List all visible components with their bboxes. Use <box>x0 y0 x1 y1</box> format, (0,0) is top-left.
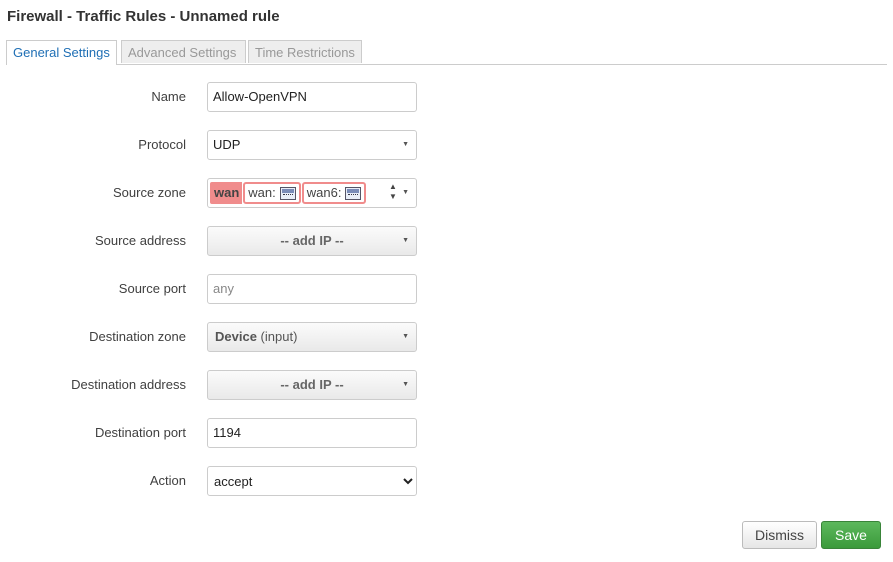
chevron-down-icon: ▼ <box>402 333 409 340</box>
destination-address-label: Destination address <box>71 377 186 392</box>
source-zone-row: Source zone wan wan: wan6: ▲ ▼ ▼ <box>0 178 893 208</box>
destination-port-label: Destination port <box>94 425 186 440</box>
source-port-label: Source port <box>118 281 186 296</box>
protocol-dropdown[interactable]: UDP ▼ <box>207 130 417 160</box>
destination-zone-selection: Device (input) <box>208 323 416 351</box>
destination-zone-dropdown[interactable]: Device (input) ▼ <box>207 322 417 352</box>
source-port-input[interactable]: any <box>207 274 417 304</box>
destination-zone-row: Destination zone Device (input) ▼ <box>0 322 893 352</box>
network-port-icon <box>279 186 296 200</box>
dismiss-button[interactable]: Dismiss <box>742 521 817 549</box>
protocol-value: UDP <box>213 137 241 152</box>
destination-port-input[interactable]: 1194 <box>207 418 417 448</box>
action-label: Action <box>149 473 186 488</box>
chevron-down-icon: ▼ <box>402 189 409 196</box>
tab-time-restrictions[interactable]: Time Restrictions <box>248 40 362 63</box>
source-address-row: Source address -- add IP -- ▼ <box>0 226 893 256</box>
destination-zone-label: Destination zone <box>89 329 186 344</box>
source-address-value: -- add IP -- <box>280 233 344 248</box>
network-chip-wan6: wan6: <box>301 182 367 204</box>
network-chip-label: wan6: <box>306 185 342 200</box>
action-row: Action accept <box>0 466 893 496</box>
action-select[interactable]: accept <box>207 466 417 496</box>
tab-general-settings[interactable]: General Settings <box>6 40 117 65</box>
destination-port-row: Destination port 1194 <box>0 418 893 448</box>
destination-zone-suffix: (input) <box>260 329 298 344</box>
destination-zone-value: Device <box>215 329 257 344</box>
protocol-row: Protocol UDP ▼ <box>0 130 893 160</box>
destination-address-dropdown[interactable]: -- add IP -- ▼ <box>207 370 417 400</box>
chevron-down-icon: ▼ <box>402 237 409 244</box>
protocol-label: Protocol <box>138 137 186 152</box>
source-address-label: Source address <box>94 233 186 248</box>
source-port-row: Source port any <box>0 274 893 304</box>
tab-bar: General Settings Advanced Settings Time … <box>6 40 887 65</box>
name-input[interactable]: Allow-OpenVPN <box>207 82 417 112</box>
network-chip-label: wan: <box>248 185 276 200</box>
destination-address-row: Destination address -- add IP -- ▼ <box>0 370 893 400</box>
name-row: Name Allow-OpenVPN <box>0 82 893 112</box>
tab-advanced-settings[interactable]: Advanced Settings <box>121 40 246 63</box>
source-address-dropdown[interactable]: -- add IP -- ▼ <box>207 226 417 256</box>
chevron-down-icon: ▼ <box>402 141 409 148</box>
save-button[interactable]: Save <box>821 521 881 549</box>
zone-wan-badge: wan <box>210 182 243 204</box>
scroll-arrows-icon[interactable]: ▲ ▼ <box>385 179 401 207</box>
name-label: Name <box>151 89 186 104</box>
source-zone-label: Source zone <box>113 185 186 200</box>
chevron-down-icon: ▼ <box>402 381 409 388</box>
destination-address-value: -- add IP -- <box>280 377 344 392</box>
source-zone-dropdown[interactable]: wan wan: wan6: ▲ ▼ ▼ <box>207 178 417 208</box>
network-port-icon <box>345 186 362 200</box>
network-chip-wan: wan: <box>243 182 301 204</box>
dialog-title: Firewall - Traffic Rules - Unnamed rule <box>7 8 280 25</box>
